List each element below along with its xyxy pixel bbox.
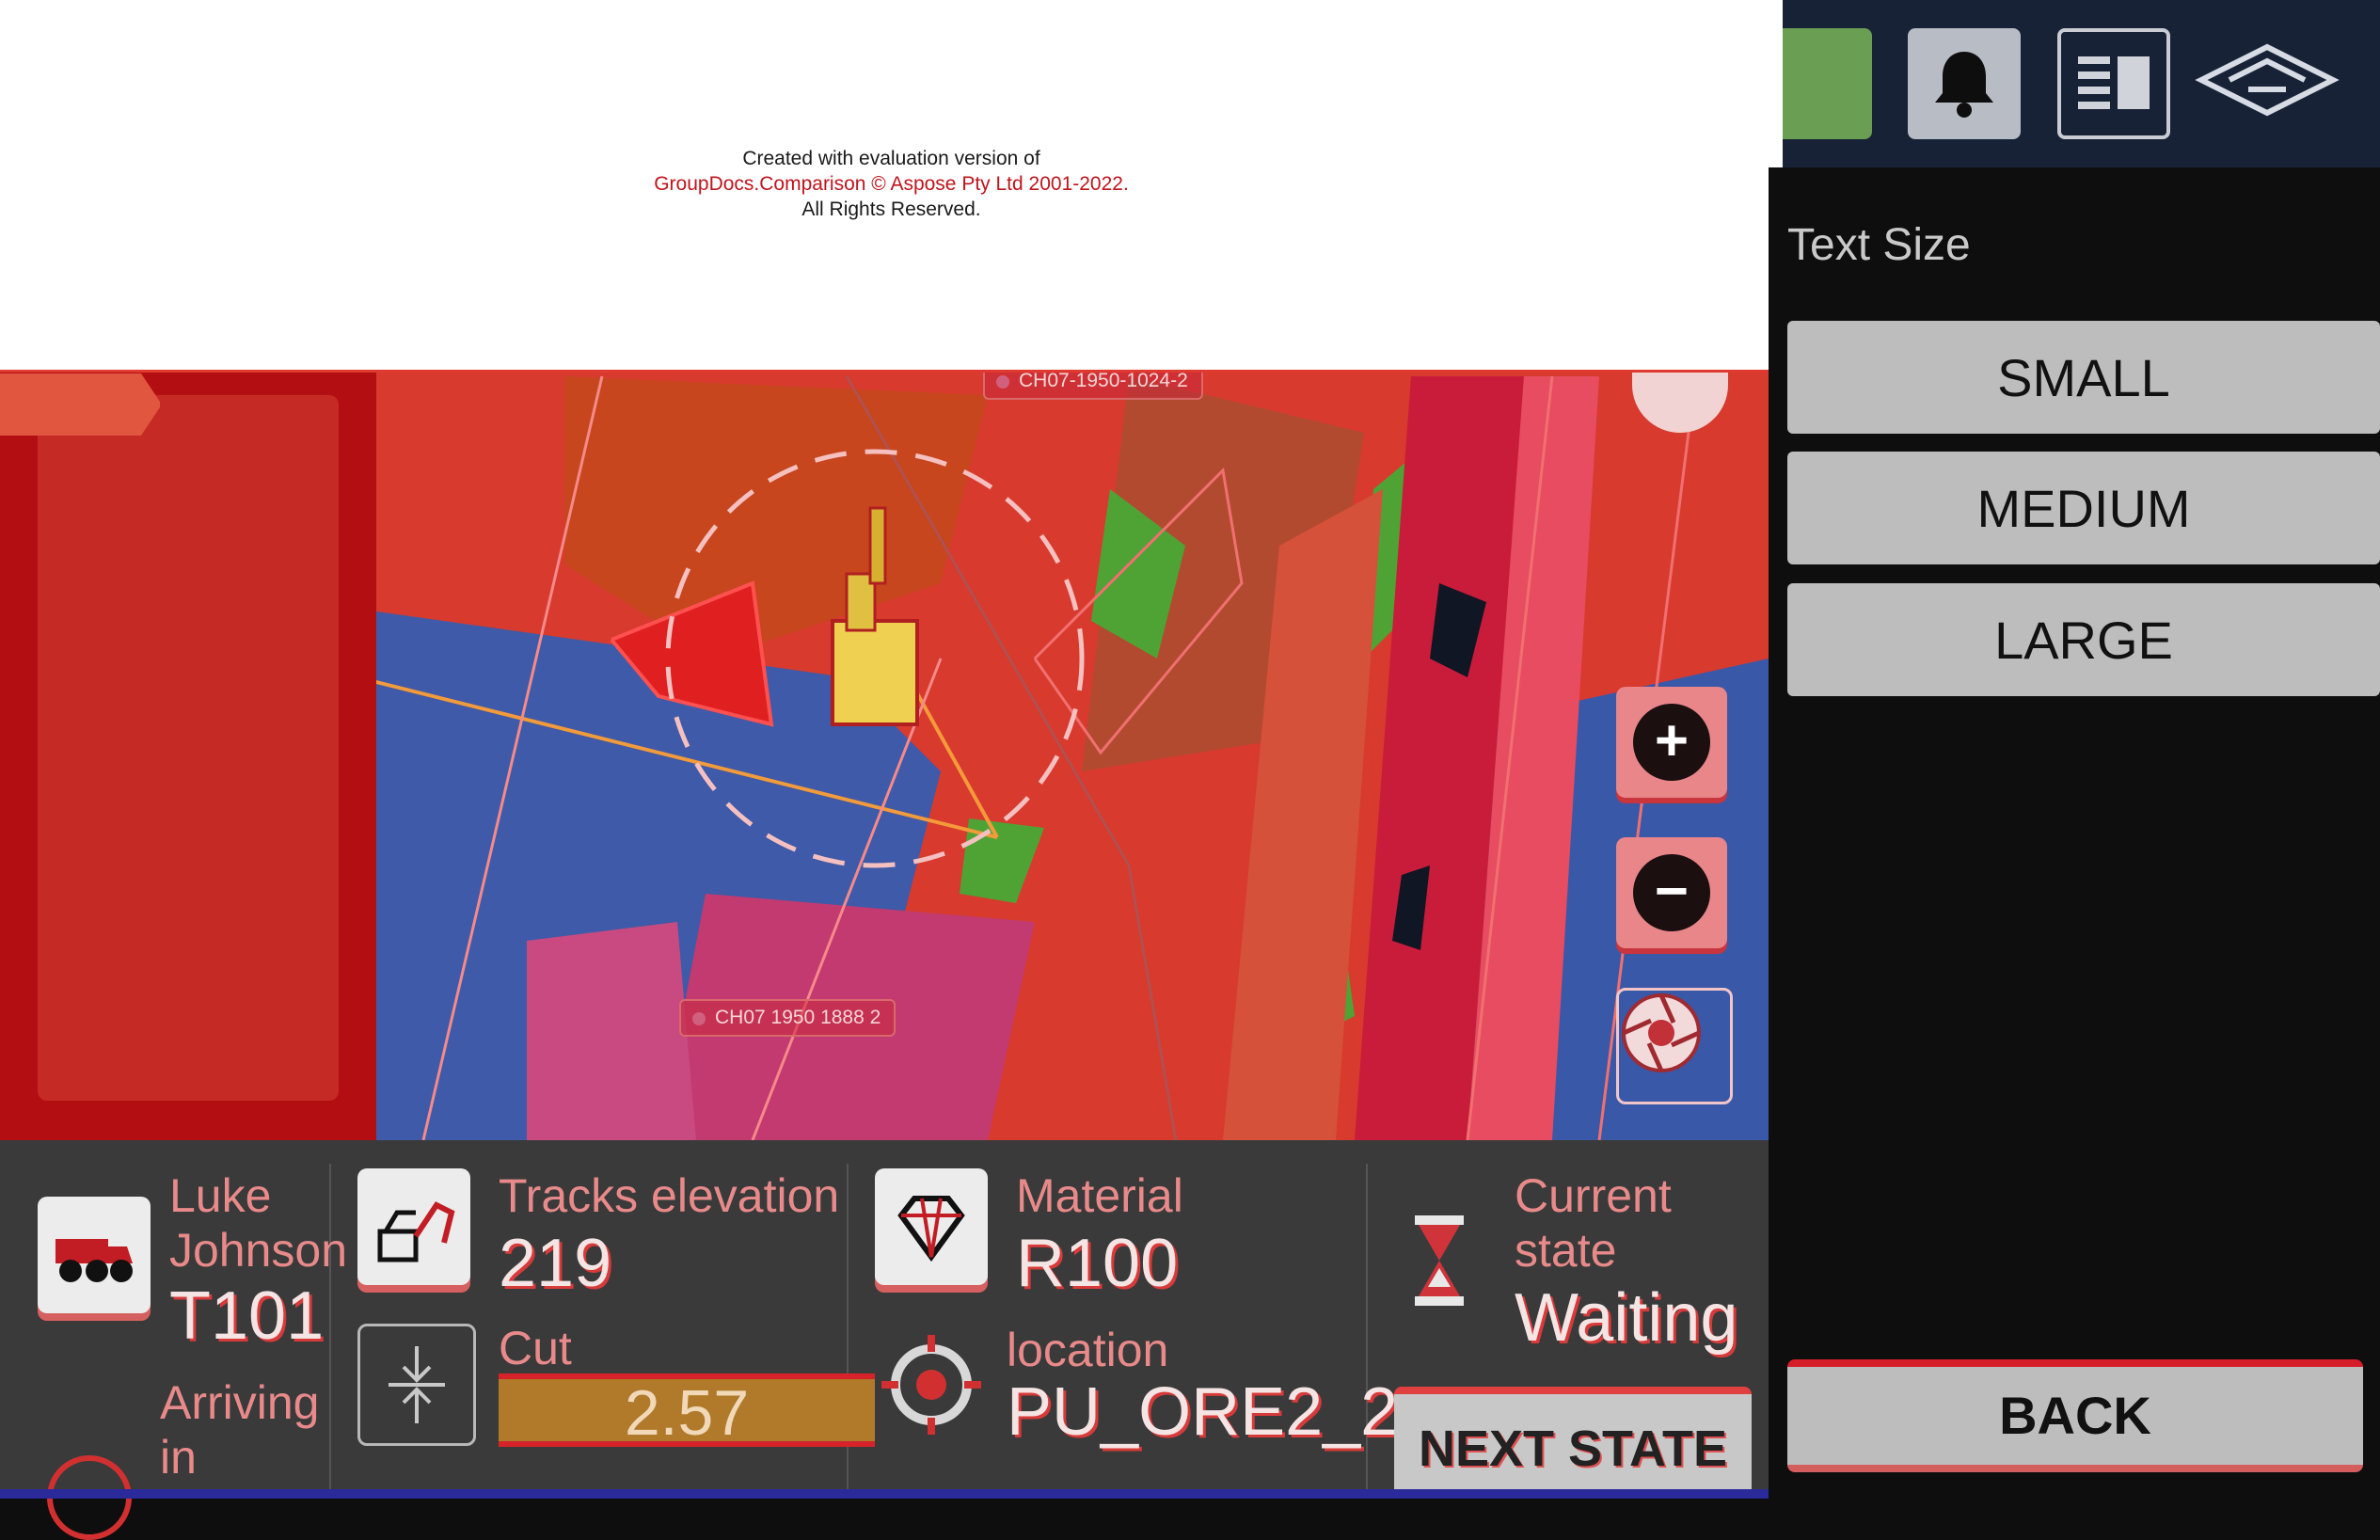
watermark-line3: All Rights Reserved. (801, 198, 981, 220)
watermark-line1: Created with evaluation version of (742, 148, 1040, 169)
state-label: state (1515, 1224, 1617, 1277)
operator-last-name: Johnson (169, 1224, 348, 1277)
material-tile[interactable] (875, 1168, 988, 1285)
current-state-label: Current (1515, 1169, 1672, 1222)
status-indicator[interactable] (1783, 28, 1872, 139)
truck-tile[interactable] (38, 1197, 151, 1313)
watermark-line2: GroupDocs.Comparison © Aspose Pty Ltd 20… (654, 173, 1129, 195)
location-value: PU_ORE2_2 (1007, 1374, 1399, 1450)
arriving-label: Arriving (160, 1376, 320, 1429)
dump-truck-icon (56, 1239, 133, 1282)
layout-icon (2078, 56, 2150, 109)
zoom-in-icon: + (1633, 704, 1710, 781)
notifications-button[interactable] (1908, 28, 2021, 139)
text-size-panel: Text Size SMALL MEDIUM LARGE (1769, 167, 2380, 1499)
evaluation-watermark: Created with evaluation version of Group… (0, 0, 1785, 373)
tracks-elevation-label: Tracks elevation (499, 1169, 840, 1222)
back-button[interactable]: BACK (1787, 1359, 2363, 1472)
cut-value: 2.57 (499, 1373, 875, 1447)
camera-aperture-icon (1622, 993, 1701, 1072)
material-label: Material (1016, 1169, 1183, 1222)
divider (329, 1164, 331, 1499)
truck-id: T101 (169, 1278, 325, 1354)
excavator-icon (377, 1201, 455, 1262)
zoom-out-icon: − (1633, 854, 1710, 931)
zoom-in-button[interactable]: + (1616, 687, 1727, 798)
brand-logo-icon (2192, 38, 2342, 127)
current-state-value: Waiting (1515, 1280, 1738, 1356)
location-target-icon (880, 1333, 983, 1437)
cut-arrows-icon (389, 1346, 445, 1423)
operator-first-name: Luke (169, 1169, 272, 1222)
text-size-medium-button[interactable]: MEDIUM (1787, 452, 2380, 564)
map-label-bottom[interactable]: CH07 1950 1888 2 (679, 999, 896, 1037)
arriving-in-label: in (160, 1431, 197, 1484)
excavator-tile[interactable] (357, 1168, 470, 1285)
divider (847, 1164, 849, 1499)
cut-tile[interactable] (357, 1324, 476, 1446)
layout-button[interactable] (2057, 28, 2170, 139)
bell-icon (1935, 52, 1993, 118)
side-panel-inner (38, 395, 339, 1101)
zoom-out-button[interactable]: − (1616, 837, 1727, 948)
cut-label: Cut (499, 1322, 572, 1374)
location-label: location (1007, 1324, 1169, 1376)
material-value: R100 (1016, 1226, 1179, 1301)
text-size-title: Text Size (1787, 220, 1971, 270)
hourglass-icon (1411, 1214, 1468, 1308)
text-size-large-button[interactable]: LARGE (1787, 583, 2380, 696)
tracks-elevation-value: 219 (499, 1226, 612, 1301)
diamond-icon (897, 1196, 965, 1262)
next-state-button[interactable]: NEXT STATE (1394, 1387, 1752, 1499)
text-size-small-button[interactable]: SMALL (1787, 321, 2380, 434)
camera-button[interactable] (1616, 988, 1733, 1104)
bottom-edge (0, 1489, 1769, 1499)
side-panel-tab[interactable] (0, 373, 160, 436)
